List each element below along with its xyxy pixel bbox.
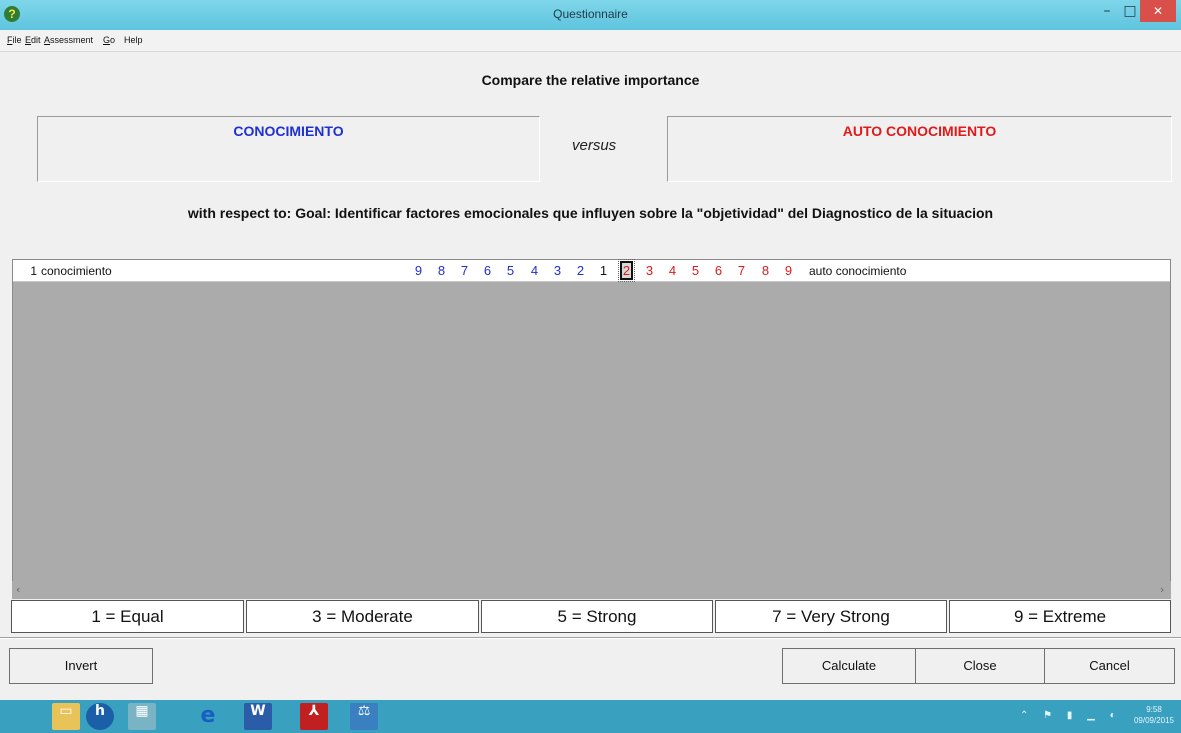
program-icon[interactable]: ▦ [128,703,156,730]
scroll-left-icon[interactable]: ‹ [16,583,20,596]
row-left-item: conocimiento [41,264,112,278]
versus-label: versus [572,137,617,154]
window-title: Questionnaire [553,7,628,21]
scale-value[interactable]: 5 [689,263,702,278]
menu-assessment[interactable]: Assessment [44,35,93,45]
scale-value[interactable]: 4 [528,263,541,278]
hp-icon[interactable]: h [86,703,114,730]
menu-bar: File Edit Assessment Go Help [0,30,1181,52]
scale-value[interactable]: 6 [481,263,494,278]
scale-value[interactable]: 9 [412,263,425,278]
internet-explorer-icon[interactable]: e [194,703,222,730]
comparison-grid: 1 conocimiento 98765432123456789 auto co… [12,259,1171,599]
legend-strong: 5 = Strong [481,600,713,633]
left-item-box: CONOCIMIENTO [37,116,540,182]
menu-go-mnemonic: G [103,35,111,45]
legend-moderate: 3 = Moderate [246,600,479,633]
scale-value[interactable]: 8 [759,263,772,278]
clock-date: 09/09/2015 [1133,716,1175,725]
menu-help[interactable]: Help [124,35,143,45]
scale-value[interactable]: 3 [551,263,564,278]
menu-edit-rest: dit [31,35,41,45]
legend-very-strong: 7 = Very Strong [715,600,947,633]
legend-equal: 1 = Equal [11,600,244,633]
menu-assessment-rest: ssessment [50,35,94,45]
expert-choice-icon[interactable]: ⚖ [350,703,378,730]
with-respect-to-text: with respect to: Goal: Identificar facto… [187,205,994,221]
system-tray[interactable]: ⌃ ⚑ ▮ ▁ ◐ [1020,710,1122,721]
menu-go-rest: o [110,35,116,45]
scale-value[interactable]: 3 [643,263,656,278]
clock[interactable]: 9:58 09/09/2015 [1130,704,1178,726]
comparison-row[interactable]: 1 conocimiento 98765432123456789 auto co… [13,259,1170,282]
row-number: 1 [30,264,37,278]
scale-value[interactable]: 4 [666,263,679,278]
right-item-box: AUTO CONOCIMIENTO [667,116,1172,182]
file-explorer-icon[interactable]: ▭ [52,703,80,730]
right-item-label: AUTO CONOCIMIENTO [842,123,997,139]
menu-file-rest: ile [12,35,22,45]
scale-value[interactable]: 9 [782,263,795,278]
taskbar: ▭ h ▦ e W ⅄ ⚖ ⌃ ⚑ ▮ ▁ ◐ 9:58 09/09/2015 [0,700,1181,733]
separator [0,637,1181,639]
compare-prompt: Compare the relative importance [481,72,700,88]
scale-value[interactable]: 2 [574,263,587,278]
clock-time: 9:58 [1146,705,1162,714]
title-bar: ? Questionnaire – □ ✕ [0,0,1181,30]
scale-value[interactable]: 8 [435,263,448,278]
scale-value[interactable]: 5 [504,263,517,278]
scale-value[interactable]: 7 [735,263,748,278]
close-window-button[interactable]: ✕ [1140,0,1176,22]
menu-go[interactable]: Go [103,35,115,45]
word-icon[interactable]: W [244,703,272,730]
cancel-button[interactable]: Cancel [1044,648,1175,684]
left-item-label: CONOCIMIENTO [233,123,344,139]
scale-value[interactable]: 1 [597,263,610,278]
scroll-right-icon[interactable]: › [1160,583,1164,596]
acrobat-icon[interactable]: ⅄ [300,703,328,730]
calculate-button[interactable]: Calculate [782,648,916,684]
scale-value[interactable]: 2 [618,259,635,282]
menu-file[interactable]: File [7,35,22,45]
scale-value[interactable]: 6 [712,263,725,278]
close-button[interactable]: Close [915,648,1045,684]
scale-value[interactable]: 7 [458,263,471,278]
menu-help-label: Help [124,35,143,45]
questionnaire-panel: Compare the relative importance CONOCIMI… [0,52,1181,700]
invert-button[interactable]: Invert [9,648,153,684]
horizontal-scrollbar[interactable]: ‹ › [12,581,1171,599]
menu-edit[interactable]: Edit [25,35,41,45]
row-right-item: auto conocimiento [809,264,907,278]
legend-extreme: 9 = Extreme [949,600,1171,633]
